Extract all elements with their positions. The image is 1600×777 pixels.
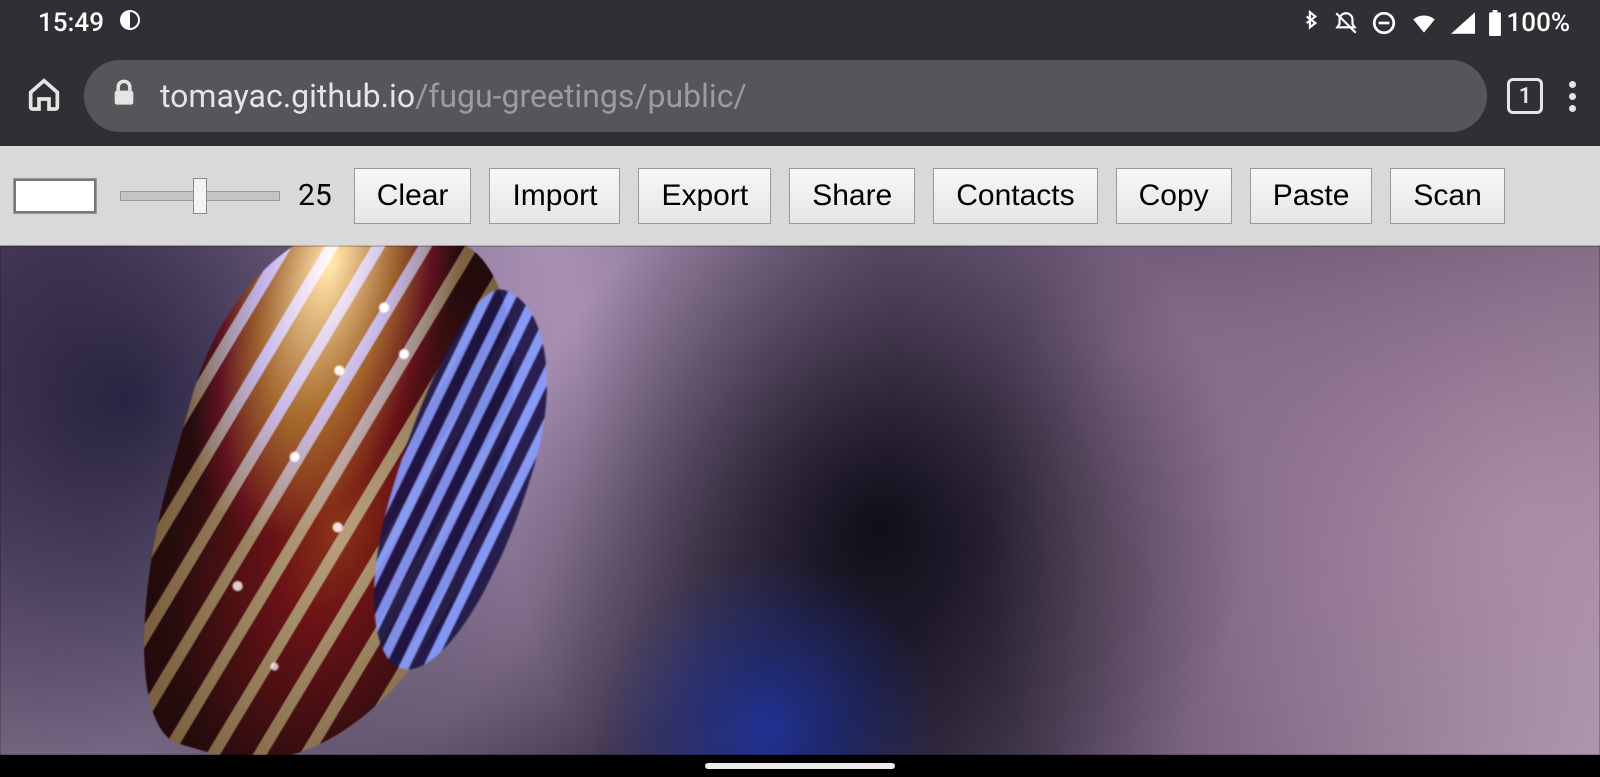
drawing-canvas[interactable] [0, 246, 1600, 755]
wifi-icon [1409, 11, 1439, 35]
gesture-handle[interactable] [705, 763, 895, 769]
url-path: /fugu-greetings/public/ [415, 77, 747, 115]
brush-size-slider[interactable] [120, 191, 280, 201]
export-button[interactable]: Export [638, 168, 771, 224]
color-picker-swatch[interactable] [14, 179, 96, 213]
android-status-bar: 15:49 100% [0, 0, 1600, 46]
slider-thumb[interactable] [193, 178, 207, 214]
overflow-menu-icon[interactable] [1563, 75, 1582, 118]
tab-count-label: 1 [1519, 84, 1532, 109]
paste-button[interactable]: Paste [1250, 168, 1373, 224]
share-button[interactable]: Share [789, 168, 915, 224]
battery-percent: 100% [1507, 8, 1570, 38]
cell-signal-icon [1451, 12, 1475, 34]
url-host: tomayac.github.io [160, 77, 415, 115]
brush-size-value: 25 [298, 178, 332, 213]
scan-button[interactable]: Scan [1390, 168, 1504, 224]
do-not-disturb-icon [1371, 10, 1397, 36]
status-time: 15:49 [38, 8, 104, 38]
app-toolbar: 25 Clear Import Export Share Contacts Co… [0, 146, 1600, 246]
dnd-muted-icon [1333, 10, 1359, 36]
home-icon[interactable] [24, 74, 64, 118]
url-bar[interactable]: tomayac.github.io/fugu-greetings/public/ [84, 60, 1487, 132]
battery-icon [1487, 10, 1503, 36]
copy-button[interactable]: Copy [1116, 168, 1232, 224]
bluetooth-icon [1301, 10, 1321, 36]
data-saver-icon [118, 8, 142, 39]
canvas-image-content [99, 246, 561, 755]
android-nav-bar [0, 755, 1600, 777]
tab-switcher[interactable]: 1 [1507, 78, 1543, 114]
lock-icon [112, 77, 136, 115]
browser-toolbar: tomayac.github.io/fugu-greetings/public/… [0, 46, 1600, 146]
clear-button[interactable]: Clear [354, 168, 472, 224]
battery-indicator: 100% [1487, 8, 1570, 38]
contacts-button[interactable]: Contacts [933, 168, 1097, 224]
import-button[interactable]: Import [489, 168, 620, 224]
url-text: tomayac.github.io/fugu-greetings/public/ [160, 77, 747, 115]
